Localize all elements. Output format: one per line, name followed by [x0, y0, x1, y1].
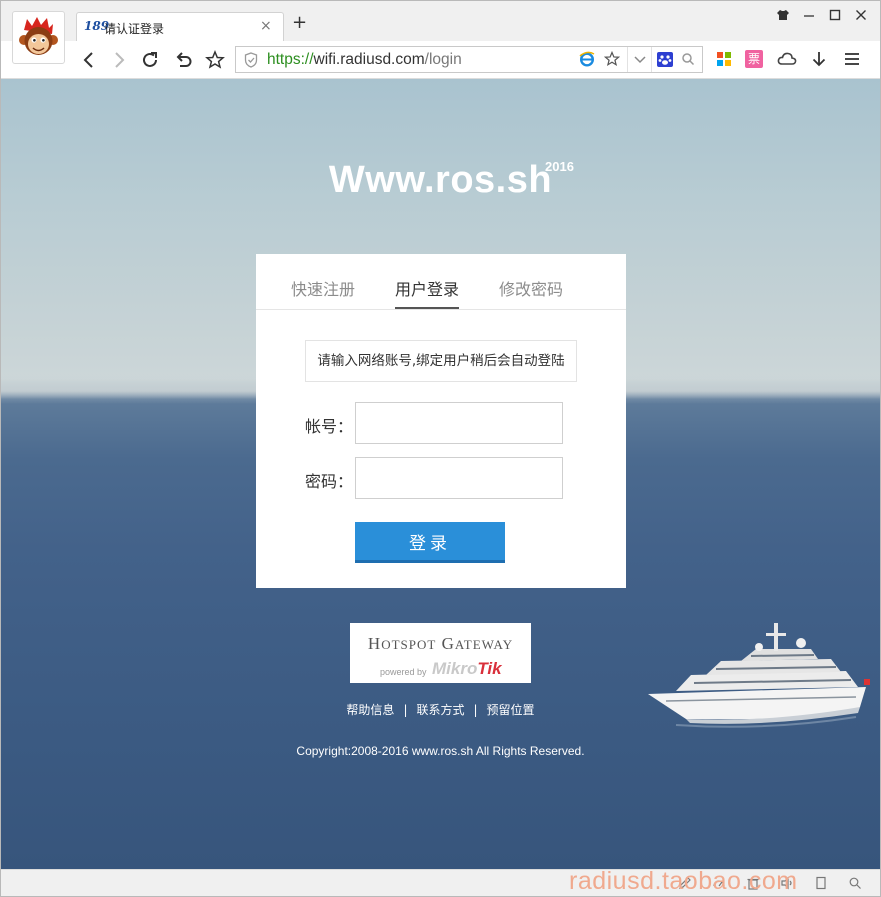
footer-separator: | — [473, 703, 478, 717]
url-path: /login — [424, 51, 462, 68]
active-tab-indicator — [395, 307, 459, 309]
login-notice: 请输入网络账号,绑定用户稍后会自动登陆 — [305, 340, 577, 382]
status-bar — [1, 869, 880, 896]
password-input[interactable] — [355, 457, 563, 499]
apps-icon[interactable] — [715, 50, 733, 68]
site-year: 2016 — [545, 159, 574, 174]
shirt-icon[interactable] — [776, 9, 790, 25]
browser-window: 189 请认证登录 × + https://wifi.radiusd.com/l… — [0, 0, 881, 897]
speed-icon[interactable] — [712, 876, 726, 890]
bookmark-star-icon[interactable] — [603, 50, 621, 68]
address-bar[interactable]: https://wifi.radiusd.com/login — [235, 46, 703, 73]
monkey-logo-icon — [19, 17, 58, 55]
reload-icon[interactable] — [139, 49, 161, 71]
tab-title: 请认证登录 — [104, 22, 165, 36]
status-icons — [678, 876, 862, 890]
hotspot-powered-by: powered by — [380, 667, 427, 677]
minimize-icon[interactable] — [802, 9, 816, 25]
back-icon[interactable] — [78, 49, 100, 71]
close-icon[interactable] — [854, 9, 868, 25]
account-label: 帐号： — [305, 417, 354, 436]
tab-change-password[interactable]: 修改密码 — [499, 276, 563, 300]
footer-link-reserved[interactable]: 预留位置 — [487, 703, 535, 717]
tab-quick-register[interactable]: 快速注册 — [291, 276, 355, 300]
new-tab-button[interactable]: + — [292, 14, 307, 32]
chevron-down-icon — [634, 56, 646, 64]
login-tabs: 快速注册 用户登录 修改密码 — [256, 254, 626, 310]
url-scheme: https:// — [267, 51, 314, 68]
download-icon[interactable] — [810, 50, 828, 68]
account-input[interactable] — [355, 402, 563, 444]
forward-icon[interactable] — [108, 49, 130, 71]
url-host: wifi.radiusd.com — [313, 51, 425, 68]
login-button[interactable]: 登录 — [355, 522, 505, 563]
edit-icon[interactable] — [678, 876, 692, 890]
yacht-image — [648, 623, 870, 728]
volume-icon[interactable] — [780, 876, 794, 890]
url-text[interactable]: https://wifi.radiusd.com/login — [267, 51, 462, 69]
ticket-icon[interactable]: 票 — [745, 50, 763, 68]
paw-icon — [657, 52, 673, 67]
footer-link-contact[interactable]: 联系方式 — [416, 703, 464, 717]
footer-link-help[interactable]: 帮助信息 — [346, 703, 394, 717]
page-viewport: Www.ros.sh 2016 快速注册 用户登录 修改密码 请输入网络账号,绑… — [1, 79, 880, 869]
tab-close-button[interactable]: × — [260, 18, 272, 34]
url-dropdown-button[interactable] — [627, 47, 651, 72]
window-controls — [776, 9, 868, 25]
search-icon[interactable] — [681, 52, 695, 66]
hotspot-title: HOTSPOT GATEWAY — [367, 634, 514, 653]
ie-icon[interactable] — [579, 51, 595, 67]
zoom-icon[interactable] — [848, 876, 862, 890]
password-label: 密码： — [305, 472, 354, 491]
browser-logo[interactable] — [12, 11, 65, 64]
cloud-icon[interactable] — [777, 50, 797, 68]
menu-icon[interactable] — [843, 50, 861, 68]
mikrotik-logo: MikroTik — [432, 659, 502, 678]
maximize-icon[interactable] — [828, 9, 842, 25]
trash-icon[interactable] — [746, 876, 760, 890]
login-card: 快速注册 用户登录 修改密码 请输入网络账号,绑定用户稍后会自动登陆 帐号： 密… — [256, 254, 626, 588]
footer-separator: | — [403, 703, 408, 717]
browser-tab[interactable]: 189 请认证登录 × — [76, 12, 284, 42]
site-title: Www.ros.sh — [328, 159, 553, 201]
undo-icon[interactable] — [172, 49, 194, 71]
tab-user-login[interactable]: 用户登录 — [395, 276, 459, 300]
shield-icon[interactable] — [244, 52, 258, 68]
tab-strip: 189 请认证登录 × + — [1, 1, 880, 42]
hotspot-gateway-logo: HOTSPOT GATEWAY powered by MikroTik — [350, 623, 531, 683]
page-icon[interactable] — [814, 876, 828, 890]
search-engine-button[interactable] — [651, 47, 677, 72]
browser-toolbar: https://wifi.radiusd.com/login 票 — [1, 41, 880, 79]
star-icon[interactable] — [204, 49, 226, 71]
